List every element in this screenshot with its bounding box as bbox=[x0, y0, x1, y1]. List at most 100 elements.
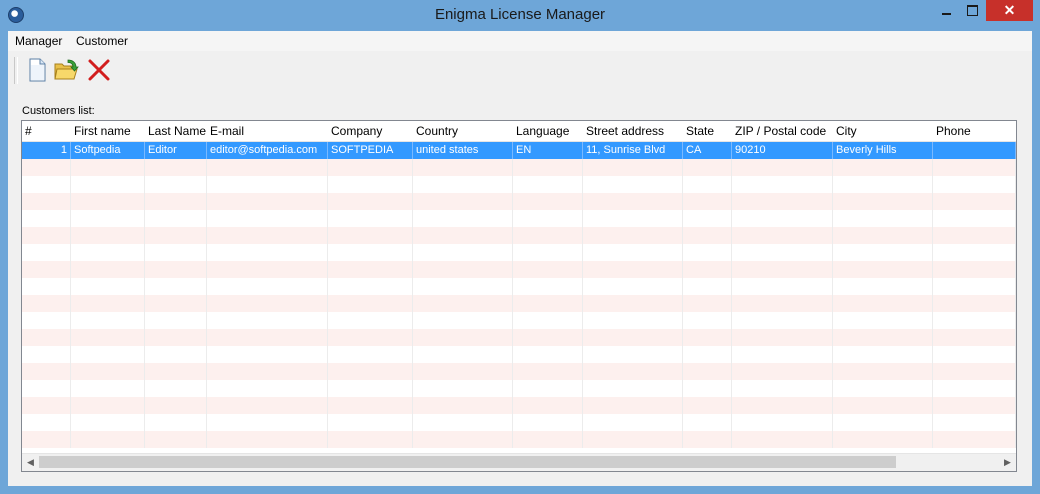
empty-cell bbox=[683, 312, 732, 329]
empty-cell bbox=[207, 329, 328, 346]
table-row-empty[interactable] bbox=[22, 227, 1016, 244]
table-row-empty[interactable] bbox=[22, 329, 1016, 346]
maximize-icon bbox=[966, 5, 978, 16]
menu-manager[interactable]: Manager bbox=[15, 34, 62, 48]
table-row-empty[interactable] bbox=[22, 431, 1016, 448]
empty-cell bbox=[513, 380, 583, 397]
table-row[interactable]: 1 Softpedia Editor editor@softpedia.com … bbox=[22, 142, 1016, 159]
empty-cell bbox=[22, 414, 71, 431]
empty-cell bbox=[833, 431, 933, 448]
empty-cell bbox=[583, 261, 683, 278]
menu-customer[interactable]: Customer bbox=[76, 34, 128, 48]
scroll-left-button[interactable]: ◀ bbox=[22, 454, 39, 471]
empty-cell bbox=[71, 295, 145, 312]
table-row-empty[interactable] bbox=[22, 193, 1016, 210]
column-header-zip[interactable]: ZIP / Postal code bbox=[732, 121, 833, 141]
empty-cell bbox=[71, 414, 145, 431]
empty-cell bbox=[22, 193, 71, 210]
empty-cell bbox=[833, 159, 933, 176]
empty-cell bbox=[207, 363, 328, 380]
scroll-right-button[interactable]: ▶ bbox=[999, 454, 1016, 471]
close-button[interactable]: ✕ bbox=[986, 0, 1033, 21]
empty-cell bbox=[833, 346, 933, 363]
table-row-empty[interactable] bbox=[22, 312, 1016, 329]
scrollbar-thumb[interactable] bbox=[39, 456, 896, 468]
empty-cell bbox=[413, 312, 513, 329]
empty-cell bbox=[413, 278, 513, 295]
empty-cell bbox=[683, 431, 732, 448]
empty-cell bbox=[732, 159, 833, 176]
empty-cell bbox=[933, 295, 1016, 312]
table-row-empty[interactable] bbox=[22, 176, 1016, 193]
customers-grid[interactable]: # First name Last Name E-mail Company Co… bbox=[21, 120, 1017, 472]
close-icon: ✕ bbox=[1003, 2, 1016, 18]
table-row-empty[interactable] bbox=[22, 261, 1016, 278]
maximize-button[interactable] bbox=[959, 0, 985, 21]
cell-language: EN bbox=[513, 142, 583, 159]
table-row-empty[interactable] bbox=[22, 397, 1016, 414]
table-row-empty[interactable] bbox=[22, 210, 1016, 227]
empty-cell bbox=[513, 176, 583, 193]
horizontal-scrollbar[interactable]: ◀ ▶ bbox=[22, 453, 1016, 471]
table-row-empty[interactable] bbox=[22, 346, 1016, 363]
empty-cell bbox=[207, 295, 328, 312]
empty-cell bbox=[513, 431, 583, 448]
empty-cell bbox=[933, 244, 1016, 261]
empty-cell bbox=[583, 244, 683, 261]
column-header-city[interactable]: City bbox=[833, 121, 933, 141]
table-row-empty[interactable] bbox=[22, 244, 1016, 261]
column-header-state[interactable]: State bbox=[683, 121, 732, 141]
empty-cell bbox=[833, 329, 933, 346]
empty-cell bbox=[933, 159, 1016, 176]
column-header-country[interactable]: Country bbox=[413, 121, 513, 141]
open-button[interactable] bbox=[54, 57, 80, 83]
empty-cell bbox=[145, 397, 207, 414]
empty-cell bbox=[833, 193, 933, 210]
empty-cell bbox=[732, 278, 833, 295]
new-document-icon bbox=[29, 58, 46, 82]
table-row-empty[interactable] bbox=[22, 295, 1016, 312]
empty-cell bbox=[833, 176, 933, 193]
empty-cell bbox=[833, 312, 933, 329]
column-header-phone[interactable]: Phone bbox=[933, 121, 1016, 141]
empty-cell bbox=[71, 380, 145, 397]
minimize-button[interactable] bbox=[933, 0, 959, 21]
delete-button[interactable] bbox=[86, 57, 112, 83]
empty-cell bbox=[833, 295, 933, 312]
column-header-number[interactable]: # bbox=[22, 121, 70, 141]
chevron-left-icon: ◀ bbox=[27, 457, 34, 467]
empty-cell bbox=[732, 176, 833, 193]
empty-cell bbox=[833, 397, 933, 414]
column-header-street[interactable]: Street address bbox=[583, 121, 683, 141]
empty-cell bbox=[207, 346, 328, 363]
title-bar[interactable]: Enigma License Manager ✕ bbox=[0, 0, 1040, 31]
table-row-empty[interactable] bbox=[22, 380, 1016, 397]
table-row-empty[interactable] bbox=[22, 278, 1016, 295]
column-header-company[interactable]: Company bbox=[328, 121, 413, 141]
empty-cell bbox=[22, 278, 71, 295]
empty-cell bbox=[71, 431, 145, 448]
empty-cell bbox=[683, 329, 732, 346]
empty-cell bbox=[933, 227, 1016, 244]
empty-cell bbox=[71, 159, 145, 176]
empty-cell bbox=[933, 346, 1016, 363]
table-row-empty[interactable] bbox=[22, 414, 1016, 431]
column-header-first-name[interactable]: First name bbox=[71, 121, 145, 141]
empty-cell bbox=[145, 346, 207, 363]
empty-cell bbox=[683, 159, 732, 176]
column-header-email[interactable]: E-mail bbox=[207, 121, 328, 141]
empty-cell bbox=[328, 295, 413, 312]
toolbar-separator bbox=[14, 57, 18, 84]
column-header-last-name[interactable]: Last Name bbox=[145, 121, 207, 141]
table-row-empty[interactable] bbox=[22, 159, 1016, 176]
cell-company: SOFTPEDIA bbox=[328, 142, 413, 159]
table-row-empty[interactable] bbox=[22, 363, 1016, 380]
empty-cell bbox=[207, 176, 328, 193]
new-customer-button[interactable] bbox=[24, 57, 50, 83]
empty-cell bbox=[732, 363, 833, 380]
empty-cell bbox=[683, 261, 732, 278]
empty-cell bbox=[513, 227, 583, 244]
empty-cell bbox=[207, 244, 328, 261]
empty-cell bbox=[683, 397, 732, 414]
column-header-language[interactable]: Language bbox=[513, 121, 583, 141]
